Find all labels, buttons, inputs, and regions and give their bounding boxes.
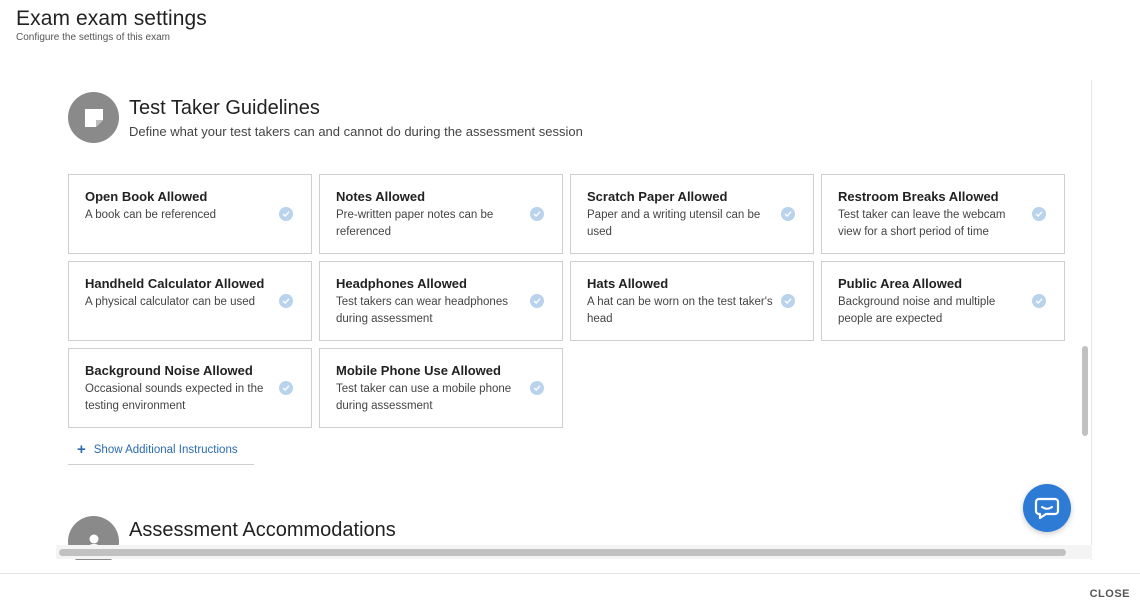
show-additional-instructions-label: Show Additional Instructions: [93, 443, 238, 456]
card-title: Headphones Allowed: [336, 276, 467, 291]
check-circle-icon: [279, 294, 293, 308]
chat-support-button[interactable]: [1023, 484, 1071, 532]
card-description: Test taker can leave the webcam view for…: [838, 209, 1006, 238]
check-circle-icon: [530, 207, 544, 221]
guideline-card-handheld-calculator[interactable]: Handheld Calculator Allowed A physical c…: [68, 261, 312, 341]
card-description: Background noise and multiple people are…: [838, 296, 996, 325]
card-title: Background Noise Allowed: [85, 363, 253, 378]
close-button[interactable]: CLOSE: [1090, 588, 1130, 600]
guideline-card-notes[interactable]: Notes Allowed Pre-written paper notes ca…: [319, 174, 563, 254]
page-header: Exam exam settings Configure the setting…: [16, 6, 207, 44]
card-description: Occasional sounds expected in the testin…: [85, 383, 264, 412]
page-subtitle: Configure the settings of this exam: [16, 32, 170, 43]
chat-bubble-icon: [1034, 497, 1060, 520]
guideline-card-restroom-breaks[interactable]: Restroom Breaks Allowed Test taker can l…: [821, 174, 1065, 254]
plus-icon: +: [77, 440, 86, 458]
guidelines-header: Test Taker Guidelines Define what your t…: [68, 92, 583, 143]
guidelines-title: Test Taker Guidelines: [129, 97, 320, 119]
card-description: Test takers can wear headphones during a…: [336, 296, 508, 325]
card-title: Restroom Breaks Allowed: [838, 189, 999, 204]
check-circle-icon: [1032, 207, 1046, 221]
horizontal-scrollbar-thumb[interactable]: [59, 549, 1066, 556]
guideline-card-hats[interactable]: Hats Allowed A hat can be worn on the te…: [570, 261, 814, 341]
guideline-card-scratch-paper[interactable]: Scratch Paper Allowed Paper and a writin…: [570, 174, 814, 254]
sticky-note-icon: [68, 92, 119, 143]
guidelines-grid: Open Book Allowed A book can be referenc…: [68, 174, 1065, 428]
card-title: Open Book Allowed: [85, 189, 208, 204]
guideline-card-open-book[interactable]: Open Book Allowed A book can be referenc…: [68, 174, 312, 254]
card-title: Mobile Phone Use Allowed: [336, 363, 501, 378]
card-title: Hats Allowed: [587, 276, 669, 291]
accommodations-title: Assessment Accommodations: [129, 519, 396, 541]
card-description: A book can be referenced: [85, 209, 217, 221]
check-circle-icon: [1032, 294, 1046, 308]
settings-scroll-panel[interactable]: Test Taker Guidelines Define what your t…: [56, 80, 1092, 560]
card-description: Test taker can use a mobile phone during…: [336, 383, 512, 412]
check-circle-icon: [279, 381, 293, 395]
check-circle-icon: [781, 294, 795, 308]
guideline-card-background-noise[interactable]: Background Noise Allowed Occasional soun…: [68, 348, 312, 428]
check-circle-icon: [279, 207, 293, 221]
check-circle-icon: [530, 381, 544, 395]
check-circle-icon: [781, 207, 795, 221]
card-description: Pre-written paper notes can be reference…: [336, 209, 494, 238]
card-description: Paper and a writing utensil can be used: [587, 209, 761, 238]
card-title: Scratch Paper Allowed: [587, 189, 728, 204]
vertical-scrollbar-thumb[interactable]: [1082, 346, 1088, 436]
page-title: Exam exam settings: [16, 7, 207, 30]
card-description: A physical calculator can be used: [85, 296, 256, 308]
show-additional-instructions-button[interactable]: + Show Additional Instructions: [68, 435, 254, 465]
guideline-card-headphones[interactable]: Headphones Allowed Test takers can wear …: [319, 261, 563, 341]
guideline-card-public-area[interactable]: Public Area Allowed Background noise and…: [821, 261, 1065, 341]
guideline-card-mobile-phone[interactable]: Mobile Phone Use Allowed Test taker can …: [319, 348, 563, 428]
card-title: Public Area Allowed: [838, 276, 963, 291]
card-title: Notes Allowed: [336, 189, 426, 204]
dialog-footer: CLOSE: [0, 573, 1140, 610]
horizontal-scrollbar[interactable]: [56, 545, 1092, 559]
vertical-scrollbar[interactable]: [1078, 80, 1092, 545]
guidelines-description: Define what your test takers can and can…: [129, 124, 583, 139]
check-circle-icon: [530, 294, 544, 308]
card-description: A hat can be worn on the test taker's he…: [587, 296, 773, 325]
card-title: Handheld Calculator Allowed: [85, 276, 265, 291]
